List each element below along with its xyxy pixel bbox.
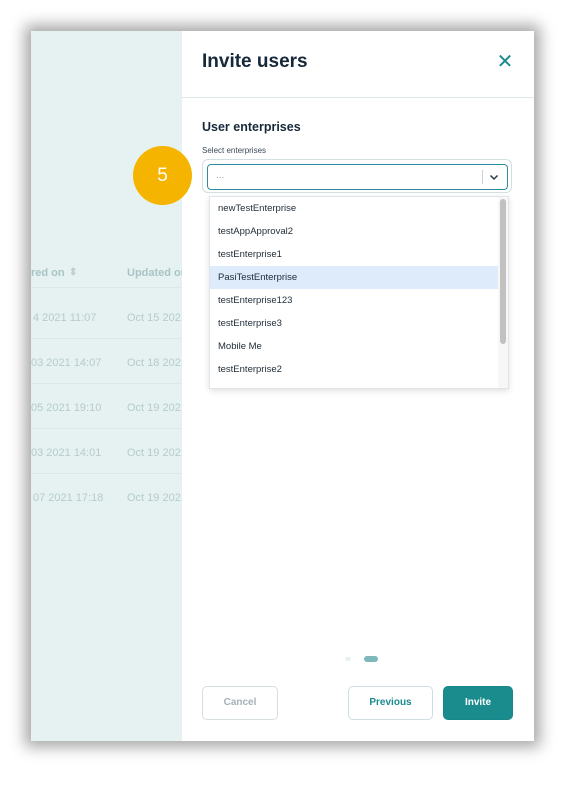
option-item-highlighted[interactable]: PasiTestEnterprise <box>210 266 498 289</box>
option-item[interactable]: theTestEn <box>210 381 498 388</box>
cell-updated: Oct 19 2021 <box>127 492 187 504</box>
invite-button[interactable]: Invite <box>443 686 513 720</box>
cell-created: 05 2021 19:10 <box>31 402 102 414</box>
row-divider <box>31 383 191 384</box>
close-icon[interactable]: ✕ <box>494 51 516 73</box>
annotation-step-badge: 5 <box>133 146 192 205</box>
section-title: User enterprises <box>202 120 301 134</box>
step-dot-1 <box>345 657 351 661</box>
row-divider <box>31 473 191 474</box>
enterprise-dropdown-list[interactable]: newTestEnterprise testAppApproval2 testE… <box>209 196 509 389</box>
step-dot-2-active <box>364 656 378 662</box>
scrollbar-thumb[interactable] <box>500 199 506 344</box>
field-label: Select enterprises <box>202 146 267 155</box>
cell-updated: Oct 15 2021 <box>127 312 187 324</box>
cancel-button[interactable]: Cancel <box>202 686 278 720</box>
option-item[interactable]: testEnterprise123 <box>210 289 498 312</box>
option-item[interactable]: testEnterprise3 <box>210 312 498 335</box>
option-item[interactable]: testEnterprise1 <box>210 243 498 266</box>
header-divider <box>182 97 534 98</box>
cell-updated: Oct 19 2021 <box>127 447 187 459</box>
cell-updated: Oct 18 2021 <box>127 357 187 369</box>
cell-created: 03 2021 14:07 <box>31 357 102 369</box>
dialog-title: Invite users <box>202 51 308 72</box>
row-divider <box>31 287 191 288</box>
row-divider <box>31 428 191 429</box>
background-table: red on ⇕ Updated on 4 2021 11:07 Oct 15 … <box>31 31 191 741</box>
cell-created: 03 2021 14:01 <box>31 447 102 459</box>
previous-button[interactable]: Previous <box>348 686 433 720</box>
row-divider <box>31 338 191 339</box>
dropdown-scrollbar[interactable] <box>498 197 508 388</box>
cell-updated: Oct 19 2021 <box>127 402 187 414</box>
option-item[interactable]: Mobile Me <box>210 335 498 358</box>
cell-created: 4 2021 11:07 <box>33 312 97 324</box>
chevron-down-icon[interactable] <box>488 171 500 183</box>
sort-icon: ⇕ <box>69 267 78 278</box>
invite-users-dialog: Invite users ✕ User enterprises Select e… <box>182 31 534 741</box>
option-item[interactable]: newTestEnterprise <box>210 197 498 220</box>
column-header-updated: Updated on <box>127 267 188 279</box>
option-item[interactable]: testEnterprise2 <box>210 358 498 381</box>
cell-created: 07 2021 17:18 <box>33 492 104 504</box>
select-placeholder: ... <box>216 170 225 181</box>
enterprise-select[interactable]: ... <box>207 164 508 190</box>
select-separator <box>482 170 483 184</box>
app-window: red on ⇕ Updated on 4 2021 11:07 Oct 15 … <box>31 31 534 741</box>
option-item[interactable]: testAppApproval2 <box>210 220 498 243</box>
column-header-created: red on <box>31 267 65 279</box>
